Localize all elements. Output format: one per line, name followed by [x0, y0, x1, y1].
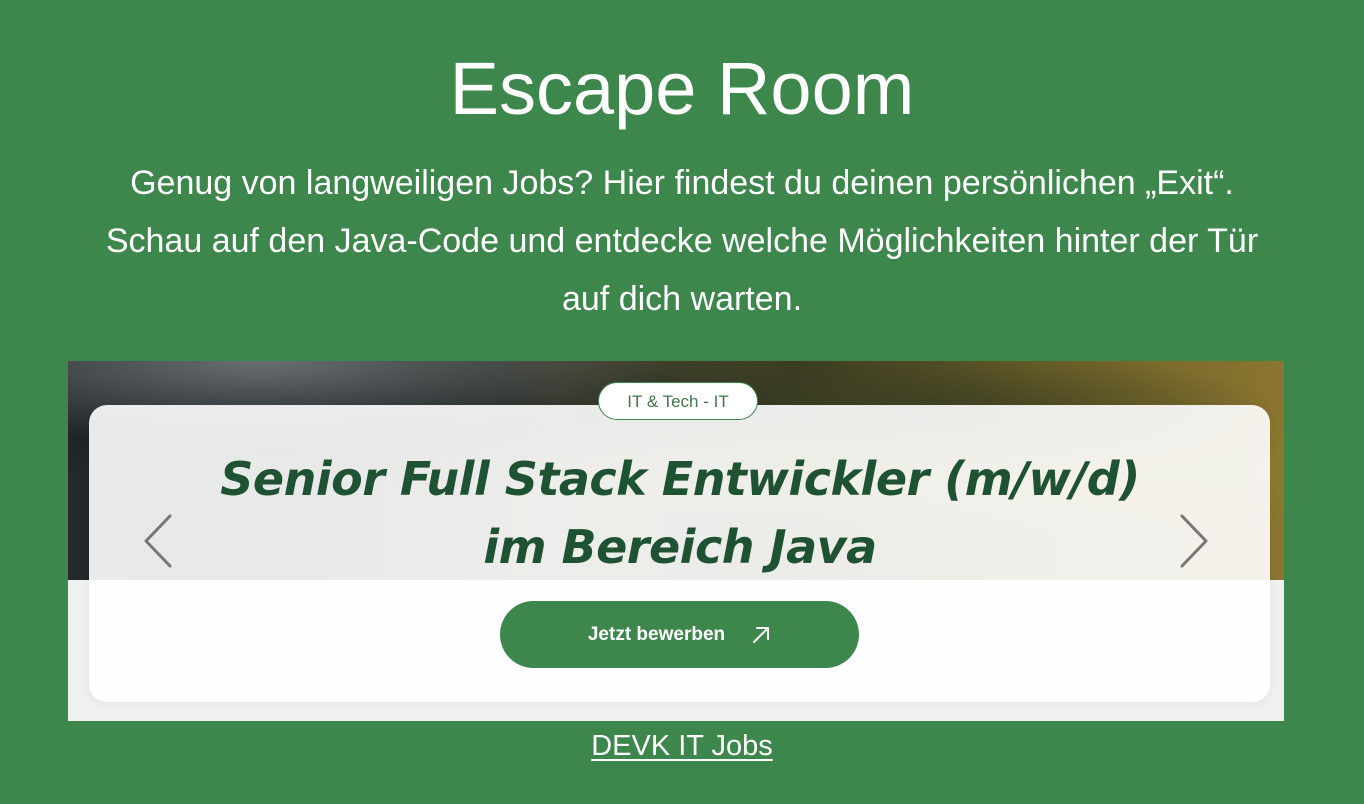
- chevron-right-icon: [1180, 514, 1208, 568]
- carousel-next-button[interactable]: [1174, 514, 1214, 568]
- chevron-left-icon: [144, 514, 172, 568]
- section-intro: Genug von langweiligen Jobs? Hier findes…: [105, 164, 1259, 318]
- devk-it-jobs-link[interactable]: DEVK IT Jobs: [0, 728, 1364, 764]
- job-title-line2: im Bereich Java: [483, 520, 877, 574]
- apply-button[interactable]: Jetzt bewerben: [500, 601, 859, 668]
- job-title[interactable]: Senior Full Stack Entwickler (m/w/d) im …: [200, 445, 1160, 581]
- carousel-prev-button[interactable]: [140, 514, 180, 568]
- escape-room-section: Escape Room Genug von langweiligen Jobs?…: [0, 0, 1364, 804]
- category-badge: IT & Tech - IT: [598, 382, 758, 420]
- apply-button-label: Jetzt bewerben: [587, 623, 726, 645]
- section-title: Escape Room: [449, 47, 915, 130]
- external-arrow-icon: [751, 625, 771, 645]
- job-title-line1: Senior Full Stack Entwickler (m/w/d): [220, 452, 1140, 506]
